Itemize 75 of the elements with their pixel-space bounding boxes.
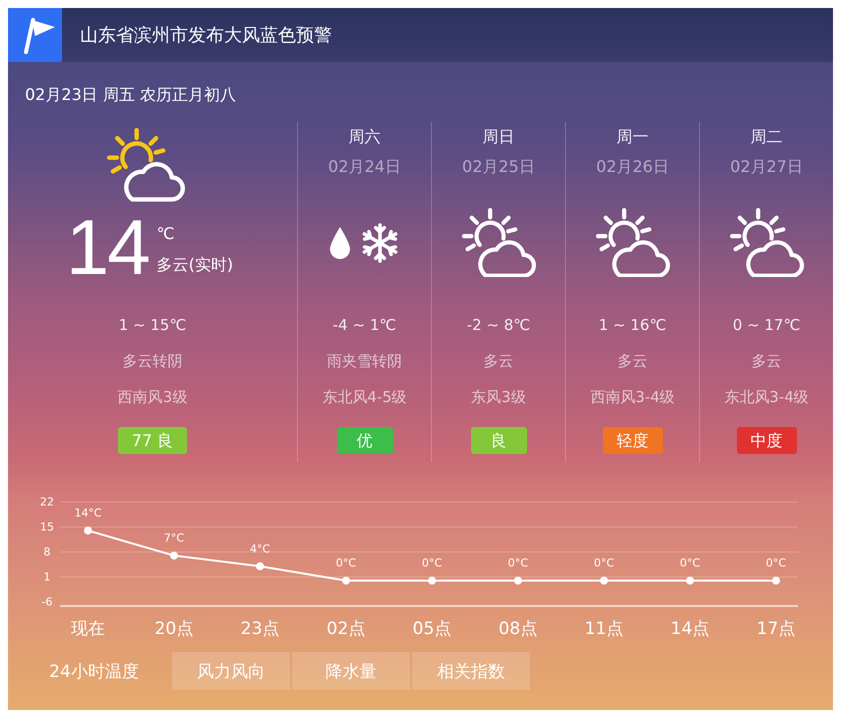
- temperature-range: 0 ~ 17℃: [732, 315, 800, 336]
- wind-text: 西南风3级: [118, 387, 188, 408]
- data-point: [84, 526, 92, 535]
- x-axis-label: 17点: [756, 619, 796, 639]
- x-axis-label: 23点: [240, 619, 280, 639]
- date-text: 02月23日 周五 农历正月初八: [25, 84, 236, 106]
- x-axis-label: 08点: [498, 619, 538, 639]
- current-temperature: 14: [66, 214, 149, 280]
- data-label: 4°C: [250, 542, 270, 556]
- temperature-range: -4 ~ 1℃: [332, 315, 396, 336]
- forecast-date: 02月27日: [730, 156, 803, 178]
- air-quality-badge: 77 良: [118, 427, 188, 454]
- y-axis-label: 8: [44, 546, 50, 558]
- temperature-unit: ℃: [156, 222, 176, 245]
- x-axis-label: 20点: [154, 619, 194, 639]
- chart-tab[interactable]: 降水量: [292, 652, 410, 690]
- data-label: 0°C: [336, 556, 356, 570]
- sky-condition: 多云: [618, 351, 648, 372]
- x-axis-label: 14点: [670, 619, 710, 639]
- y-axis-label: 15: [40, 520, 54, 534]
- y-axis-label: 1: [44, 570, 50, 584]
- temperature-range: -2 ~ 8℃: [466, 315, 530, 336]
- day-name: 周六: [348, 126, 380, 148]
- sun-cloud-icon: [596, 208, 670, 278]
- forecast-date: 02月25日: [462, 156, 535, 178]
- day-name: 周二: [750, 126, 782, 148]
- wind-text: 东风3级: [471, 387, 526, 408]
- data-point: [342, 576, 350, 585]
- y-axis-label: 22: [40, 496, 54, 508]
- data-label: 0°C: [594, 556, 614, 570]
- data-label: 0°C: [422, 556, 442, 570]
- alert-title: 山东省滨州市发布大风蓝色预警: [80, 24, 332, 47]
- data-label: 0°C: [766, 556, 786, 570]
- sky-condition: 多云: [484, 351, 514, 372]
- data-label: 7°C: [164, 532, 184, 545]
- flag-icon: [8, 8, 62, 62]
- sun-cloud-icon: [106, 128, 184, 202]
- data-label: 0°C: [508, 556, 528, 570]
- data-point: [428, 576, 436, 585]
- air-quality-badge: 轻度: [602, 427, 662, 454]
- sun-cloud-icon: [730, 208, 804, 278]
- air-quality-badge: 良: [470, 427, 526, 454]
- air-quality-badge: 中度: [736, 427, 796, 454]
- sky-condition: 多云转阴: [122, 351, 182, 372]
- chart-tab[interactable]: 风力风向: [172, 652, 290, 690]
- x-axis-label: 现在: [71, 619, 105, 639]
- data-point: [514, 576, 522, 585]
- data-point: [170, 552, 178, 560]
- raindrop-icon: [328, 226, 350, 260]
- current-condition: 多云(实时): [156, 254, 234, 276]
- chart-tab[interactable]: 24小时温度: [18, 652, 170, 690]
- data-point: [600, 576, 608, 585]
- day-name: 周日: [482, 126, 514, 148]
- x-axis-label: 02点: [326, 619, 366, 639]
- data-label: 14°C: [74, 506, 102, 520]
- wind-text: 东北风4-5级: [322, 387, 407, 408]
- sun-cloud-icon: [462, 208, 536, 278]
- sky-condition: 多云: [752, 351, 782, 372]
- wind-text: 东北风3-4级: [724, 387, 809, 408]
- sky-condition: 雨夹雪转阴: [327, 351, 402, 372]
- data-point: [686, 576, 694, 585]
- y-axis-label: -6: [42, 596, 52, 608]
- temperature-range: 1 ~ 15℃: [118, 315, 186, 336]
- day-name: 周一: [616, 126, 648, 148]
- x-axis-label: 05点: [412, 619, 452, 639]
- forecast-date: 02月26日: [596, 156, 669, 178]
- temperature-range: 1 ~ 16℃: [598, 315, 666, 336]
- data-point: [772, 576, 780, 585]
- forecast-date: 02月24日: [328, 156, 401, 178]
- air-quality-badge: 优: [336, 427, 392, 454]
- data-label: 0°C: [680, 556, 700, 570]
- data-point: [256, 562, 264, 570]
- chart-tab[interactable]: 相关指数: [412, 652, 530, 690]
- x-axis-label: 11点: [584, 619, 624, 639]
- wind-text: 西南风3-4级: [590, 387, 675, 408]
